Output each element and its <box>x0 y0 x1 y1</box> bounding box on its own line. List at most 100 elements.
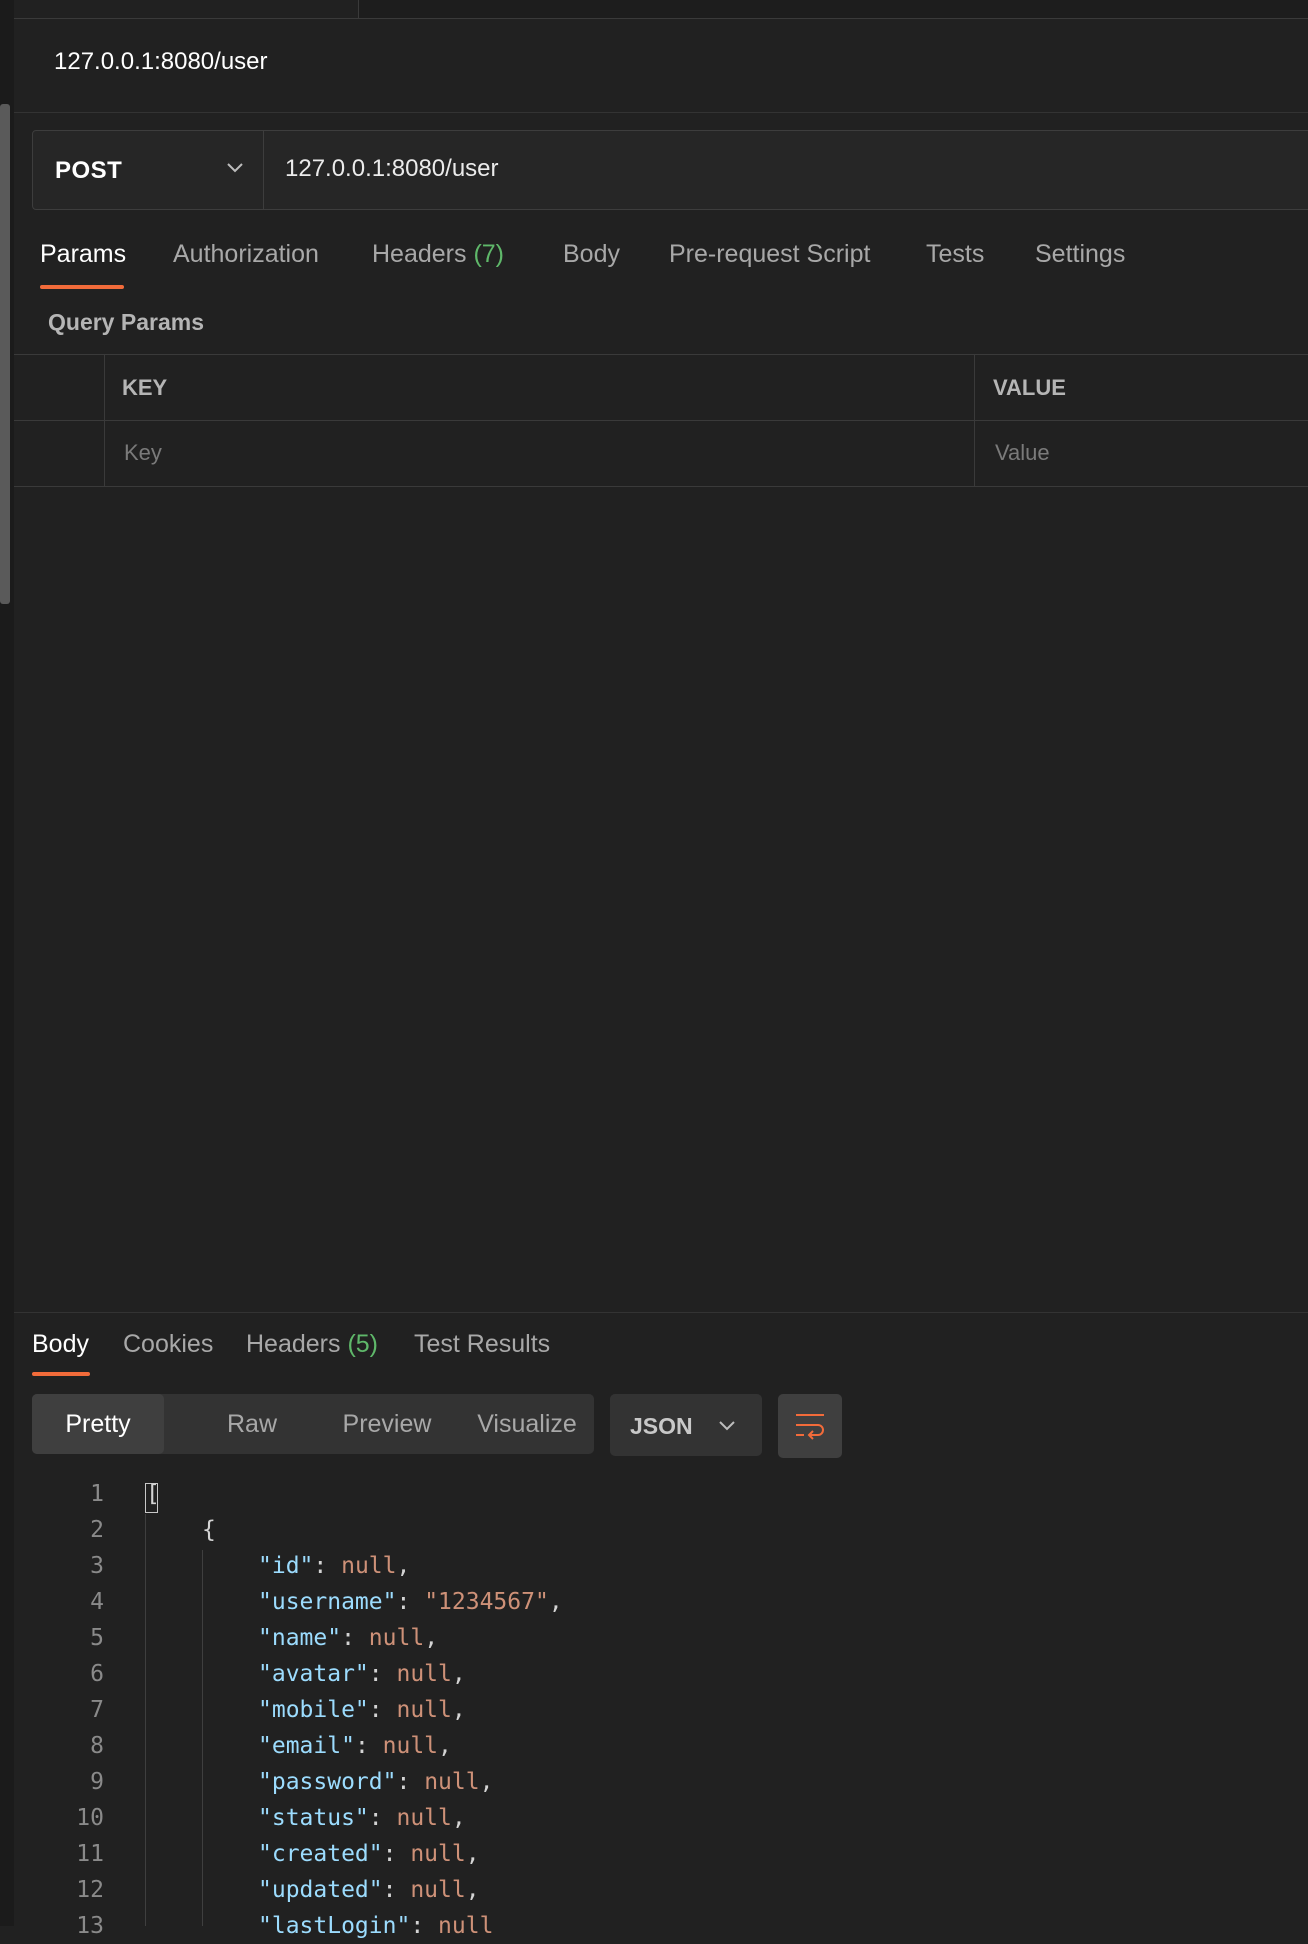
code-line: 10 "status": null, <box>0 1800 1308 1836</box>
tab-label: Params <box>40 240 127 268</box>
response-tab-headers[interactable]: Headers (5) <box>246 1330 378 1359</box>
line-number: 9 <box>90 1769 104 1795</box>
value-column-header: VALUE <box>993 375 1066 400</box>
wrap-lines-icon <box>796 1414 824 1440</box>
key-input[interactable]: Key <box>124 440 162 466</box>
line-number: 8 <box>90 1733 104 1759</box>
json-value: null <box>382 1733 439 1759</box>
line-number: 10 <box>76 1805 104 1831</box>
json-key: "email" <box>258 1733 355 1759</box>
code-text: [ <box>146 1481 160 1507</box>
tab-strip <box>14 0 1308 19</box>
table-border-mid <box>14 420 1308 421</box>
json-key: "id" <box>258 1553 314 1579</box>
line-number: 2 <box>90 1517 104 1543</box>
code-text: { <box>202 1517 216 1543</box>
response-headers-count: (5) <box>347 1330 379 1358</box>
line-number: 1 <box>90 1481 104 1507</box>
tab-label: Headers <box>246 1330 341 1358</box>
tab-label: Pre-request Script <box>669 240 871 268</box>
url-input[interactable] <box>285 155 1285 183</box>
view-pretty-button[interactable]: Pretty <box>32 1394 164 1454</box>
line-number: 4 <box>90 1589 104 1615</box>
tab-label: Headers <box>372 240 467 268</box>
tab-body[interactable]: Body <box>563 240 620 269</box>
header-divider <box>14 112 1308 113</box>
tab-label: Authorization <box>173 240 319 268</box>
tab-label: Body <box>32 1330 89 1358</box>
headers-count: (7) <box>473 240 505 268</box>
tab-pre-request-script[interactable]: Pre-request Script <box>669 240 870 269</box>
table-border-bottom <box>14 486 1308 487</box>
code-line: 12 "updated": null, <box>0 1872 1308 1908</box>
method-select[interactable]: POST <box>33 131 264 209</box>
line-number: 12 <box>76 1877 104 1903</box>
json-key: "password" <box>258 1769 397 1795</box>
line-number: 7 <box>90 1697 104 1723</box>
tab-label: Cookies <box>123 1330 214 1358</box>
wrap-lines-button[interactable] <box>778 1394 842 1458</box>
table-col-divider <box>104 354 105 486</box>
tab-label: Body <box>563 240 620 268</box>
format-label: JSON <box>630 1413 693 1439</box>
json-value: null <box>410 1877 466 1903</box>
line-number: 5 <box>90 1625 104 1651</box>
active-request-tab[interactable] <box>14 0 359 18</box>
json-value: "1234567" <box>424 1589 549 1615</box>
value-input[interactable]: Value <box>995 440 1050 466</box>
code-line: 9 "password": null, <box>0 1764 1308 1800</box>
response-tab-test-results[interactable]: Test Results <box>414 1330 550 1359</box>
code-line: 2{ <box>0 1512 1308 1548</box>
line-number: 13 <box>76 1913 104 1939</box>
chevron-down-icon <box>719 1421 735 1431</box>
json-key: "name" <box>258 1625 342 1651</box>
json-key: "avatar" <box>258 1661 369 1687</box>
json-key: "lastLogin" <box>258 1913 411 1939</box>
json-key: "username" <box>258 1589 397 1615</box>
request-title[interactable]: 127.0.0.1:8080/user <box>54 48 268 76</box>
tab-label: Tests <box>926 240 985 268</box>
chevron-down-icon <box>227 163 243 173</box>
view-mode-group: Pretty Raw Preview Visualize <box>32 1394 594 1454</box>
line-number: 3 <box>90 1553 104 1579</box>
line-number: 6 <box>90 1661 104 1687</box>
code-line: 3 "id": null, <box>0 1548 1308 1584</box>
key-column-header: KEY <box>122 375 168 400</box>
active-response-tab-indicator <box>32 1372 90 1376</box>
view-raw-button[interactable]: Raw <box>192 1394 312 1454</box>
table-col-divider <box>974 354 975 486</box>
json-key: "updated" <box>258 1877 383 1903</box>
response-tab-cookies[interactable]: Cookies <box>123 1330 213 1359</box>
tab-label: Test Results <box>414 1330 551 1358</box>
tab-tests[interactable]: Tests <box>926 240 984 269</box>
code-line: 8 "email": null, <box>0 1728 1308 1764</box>
json-value: null <box>396 1697 452 1723</box>
tab-settings[interactable]: Settings <box>1035 240 1125 269</box>
json-value: null <box>396 1661 452 1687</box>
view-preview-button[interactable]: Preview <box>312 1394 462 1454</box>
json-value: null <box>438 1913 494 1939</box>
response-tab-body[interactable]: Body <box>32 1330 89 1359</box>
json-value: null <box>410 1841 466 1867</box>
view-visualize-button[interactable]: Visualize <box>462 1394 592 1454</box>
json-value: null <box>424 1769 480 1795</box>
scrollbar-thumb[interactable] <box>0 104 10 604</box>
tab-label: Settings <box>1035 240 1126 268</box>
format-select[interactable]: JSON <box>610 1394 762 1456</box>
code-line: 1[ <box>0 1476 1308 1512</box>
json-key: "status" <box>258 1805 369 1831</box>
code-line: 13 "lastLogin": null <box>0 1908 1308 1944</box>
table-border-top <box>14 354 1308 355</box>
code-line: 7 "mobile": null, <box>0 1692 1308 1728</box>
tab-params[interactable]: Params <box>40 240 126 269</box>
tab-authorization[interactable]: Authorization <box>173 240 319 269</box>
method-label: POST <box>55 157 123 184</box>
json-value: null <box>368 1625 425 1651</box>
response-divider[interactable] <box>14 1312 1308 1313</box>
code-line: 11 "created": null, <box>0 1836 1308 1872</box>
json-key: "created" <box>258 1841 383 1867</box>
tab-headers[interactable]: Headers (7) <box>372 240 504 269</box>
code-line: 4 "username": "1234567", <box>0 1584 1308 1620</box>
code-line: 6 "avatar": null, <box>0 1656 1308 1692</box>
json-value: null <box>341 1553 397 1579</box>
